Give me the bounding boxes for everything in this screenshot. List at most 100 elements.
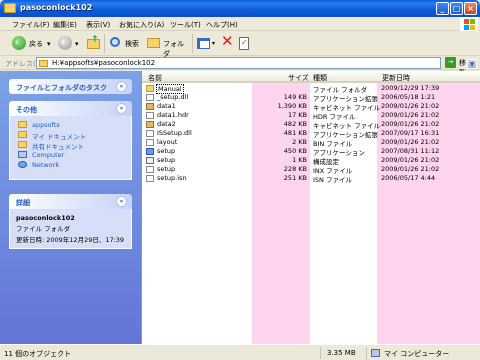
column-header-type[interactable]: 種類	[310, 71, 377, 83]
file-icon	[146, 157, 154, 164]
place-label: Computer	[32, 151, 65, 159]
close-button[interactable]: ×	[464, 2, 477, 15]
chevron-down-icon[interactable]: »	[116, 81, 127, 92]
place-label: appsofts	[32, 121, 60, 129]
task-pane: ファイルとフォルダのタスク » その他 « appsofts マイ ドキュメント	[0, 71, 141, 344]
address-bar: アドレス(D) H:¥appsofts¥pasoconlock102 ▼ → 移…	[0, 56, 480, 77]
file-size: 17 KB	[287, 111, 307, 119]
maximize-button[interactable]: □	[450, 2, 463, 15]
back-dropdown[interactable]: ▾	[47, 40, 53, 55]
column-header-name[interactable]: 名前	[142, 71, 252, 83]
forward-dropdown[interactable]: ▾	[75, 40, 81, 55]
back-button[interactable]: ‹ 戻る	[12, 36, 46, 51]
status-location-cell: マイ コンピューター	[366, 347, 478, 359]
file-row[interactable]: data1.hdr 17 KB HDR ファイル 2009/01/26 21:02	[142, 111, 480, 121]
tasks-panel-header[interactable]: ファイルとフォルダのタスク »	[9, 79, 132, 94]
file-date: 2007/08/31 11:12	[381, 147, 440, 155]
file-name: setup	[157, 156, 176, 164]
menu-help[interactable]: ヘルプ(H)	[206, 20, 238, 30]
folders-button[interactable]: フォルダ	[147, 36, 187, 58]
menu-view[interactable]: 表示(V)	[86, 20, 110, 30]
other-places-panel: その他 « appsofts マイ ドキュメント 共有ドキュメント Comput…	[9, 101, 132, 180]
file-date: 2009/01/26 21:02	[381, 111, 440, 119]
file-date: 2006/05/17 4:44	[381, 174, 436, 182]
column-header-size[interactable]: サイズ	[252, 71, 310, 83]
views-button[interactable]: ▾	[197, 36, 217, 51]
file-date: 2009/01/26 21:02	[381, 138, 440, 146]
column-header-date[interactable]: 更新日時	[377, 71, 480, 83]
delete-x-icon: ✕	[221, 32, 234, 50]
details-type: ファイル フォルダ	[16, 225, 71, 233]
file-date: 2009/12/29 17:39	[381, 84, 440, 92]
status-bar: 11 個のオブジェクト 3.35 MB マイ コンピューター	[0, 344, 480, 360]
file-size: 1,390 KB	[277, 102, 307, 110]
search-label: 検索	[125, 40, 139, 48]
file-row[interactable]: data1 1,390 KB キャビネット ファイル 2009/01/26 21:02	[142, 102, 480, 112]
title-bar[interactable]: pasoconlock102 _ □ ×	[0, 0, 480, 17]
status-size: 3.35 MB	[327, 349, 356, 357]
file-size: 2 KB	[292, 138, 307, 146]
menu-favorites[interactable]: お気に入り(A)	[119, 20, 164, 30]
properties-button[interactable]: ✓	[239, 36, 252, 51]
file-name: data1.hdr	[157, 111, 189, 119]
file-icon	[146, 94, 154, 101]
file-row[interactable]: setup.isn 251 KB ISN ファイル 2006/05/17 4:44	[142, 174, 480, 184]
search-icon	[110, 37, 120, 47]
status-object-count: 11 個のオブジェクト	[4, 350, 72, 358]
file-row[interactable]: setup 450 KB アプリケーション 2007/08/31 11:12	[142, 147, 480, 157]
file-row[interactable]: Manual ファイル フォルダ 2009/12/29 17:39	[142, 84, 480, 94]
file-icon	[146, 166, 154, 173]
cabinet-file-icon	[146, 121, 154, 128]
status-size-cell: 3.35 MB	[320, 347, 364, 359]
file-icon	[146, 130, 154, 137]
other-places-header[interactable]: その他 «	[9, 101, 132, 116]
file-size: 481 KB	[283, 129, 307, 137]
go-arrow-icon: →	[445, 57, 456, 68]
folder-icon	[4, 3, 16, 13]
folders-icon	[147, 38, 160, 48]
place-shared-documents[interactable]: 共有ドキュメント	[10, 140, 131, 151]
place-network[interactable]: Network	[10, 160, 131, 170]
file-row[interactable]: ISSetup.dll 481 KB アプリケーション拡張 2007/09/17 16…	[142, 129, 480, 139]
address-dropdown-icon[interactable]: ▼	[467, 59, 477, 69]
file-name: layout	[157, 138, 178, 146]
details-body: pasoconlock102 ファイル フォルダ 更新日時: 2009年12月2…	[9, 209, 132, 249]
file-row[interactable]: data2 482 KB キャビネット ファイル 2009/01/26 21:02	[142, 120, 480, 130]
application-icon	[146, 148, 154, 155]
my-documents-icon	[18, 131, 27, 138]
place-computer[interactable]: Computer	[10, 150, 131, 160]
file-size: 482 KB	[283, 120, 307, 128]
file-row[interactable]: setup 1 KB 構成設定 2009/01/26 21:02	[142, 156, 480, 166]
minimize-button[interactable]: _	[436, 2, 449, 15]
search-button[interactable]: 検索	[109, 36, 143, 51]
menu-file[interactable]: ファイル(F)	[12, 20, 50, 30]
computer-icon	[18, 151, 27, 158]
toolbar-separator	[192, 34, 193, 53]
file-icon	[146, 112, 154, 119]
address-input[interactable]: H:¥appsofts¥pasoconlock102 ▼	[36, 57, 477, 69]
place-appsofts[interactable]: appsofts	[10, 120, 131, 130]
chevron-up-icon[interactable]: «	[116, 196, 127, 207]
menu-edit[interactable]: 編集(E)	[53, 20, 77, 30]
chevron-up-icon[interactable]: «	[116, 103, 127, 114]
details-panel: 詳細 « pasoconlock102 ファイル フォルダ 更新日時: 2009…	[9, 194, 132, 249]
menu-tools[interactable]: ツール(T)	[170, 20, 201, 30]
file-row[interactable]: setup 228 KB INX ファイル 2009/01/26 21:02	[142, 165, 480, 175]
file-type: ISN ファイル	[313, 176, 352, 184]
details-modified: 更新日時: 2009年12月29日、17:39	[16, 236, 125, 244]
toolbar: ‹ 戻る ▾ › ▾ ↑ 検索 フォルダ ▾ ✕ ✓	[0, 31, 480, 58]
file-row[interactable]: layout 2 KB BIN ファイル 2009/01/26 21:02	[142, 138, 480, 148]
folder-icon	[146, 85, 154, 92]
details-header[interactable]: 詳細 «	[9, 194, 132, 209]
file-name: _setup.dll	[157, 93, 189, 101]
tasks-panel-title: ファイルとフォルダのタスク	[16, 84, 107, 92]
place-my-documents[interactable]: マイ ドキュメント	[10, 130, 131, 141]
file-date: 2009/01/26 21:02	[381, 156, 440, 164]
file-row[interactable]: _setup.dll 149 KB アプリケーション拡張 2006/05/18 1:2…	[142, 93, 480, 103]
views-icon	[197, 38, 210, 49]
delete-button[interactable]: ✕	[221, 32, 234, 51]
forward-button[interactable]: ›	[58, 36, 72, 51]
up-folder-button[interactable]: ↑	[87, 36, 101, 51]
status-location: マイ コンピューター	[384, 350, 450, 358]
forward-arrow-icon: ›	[58, 36, 72, 50]
